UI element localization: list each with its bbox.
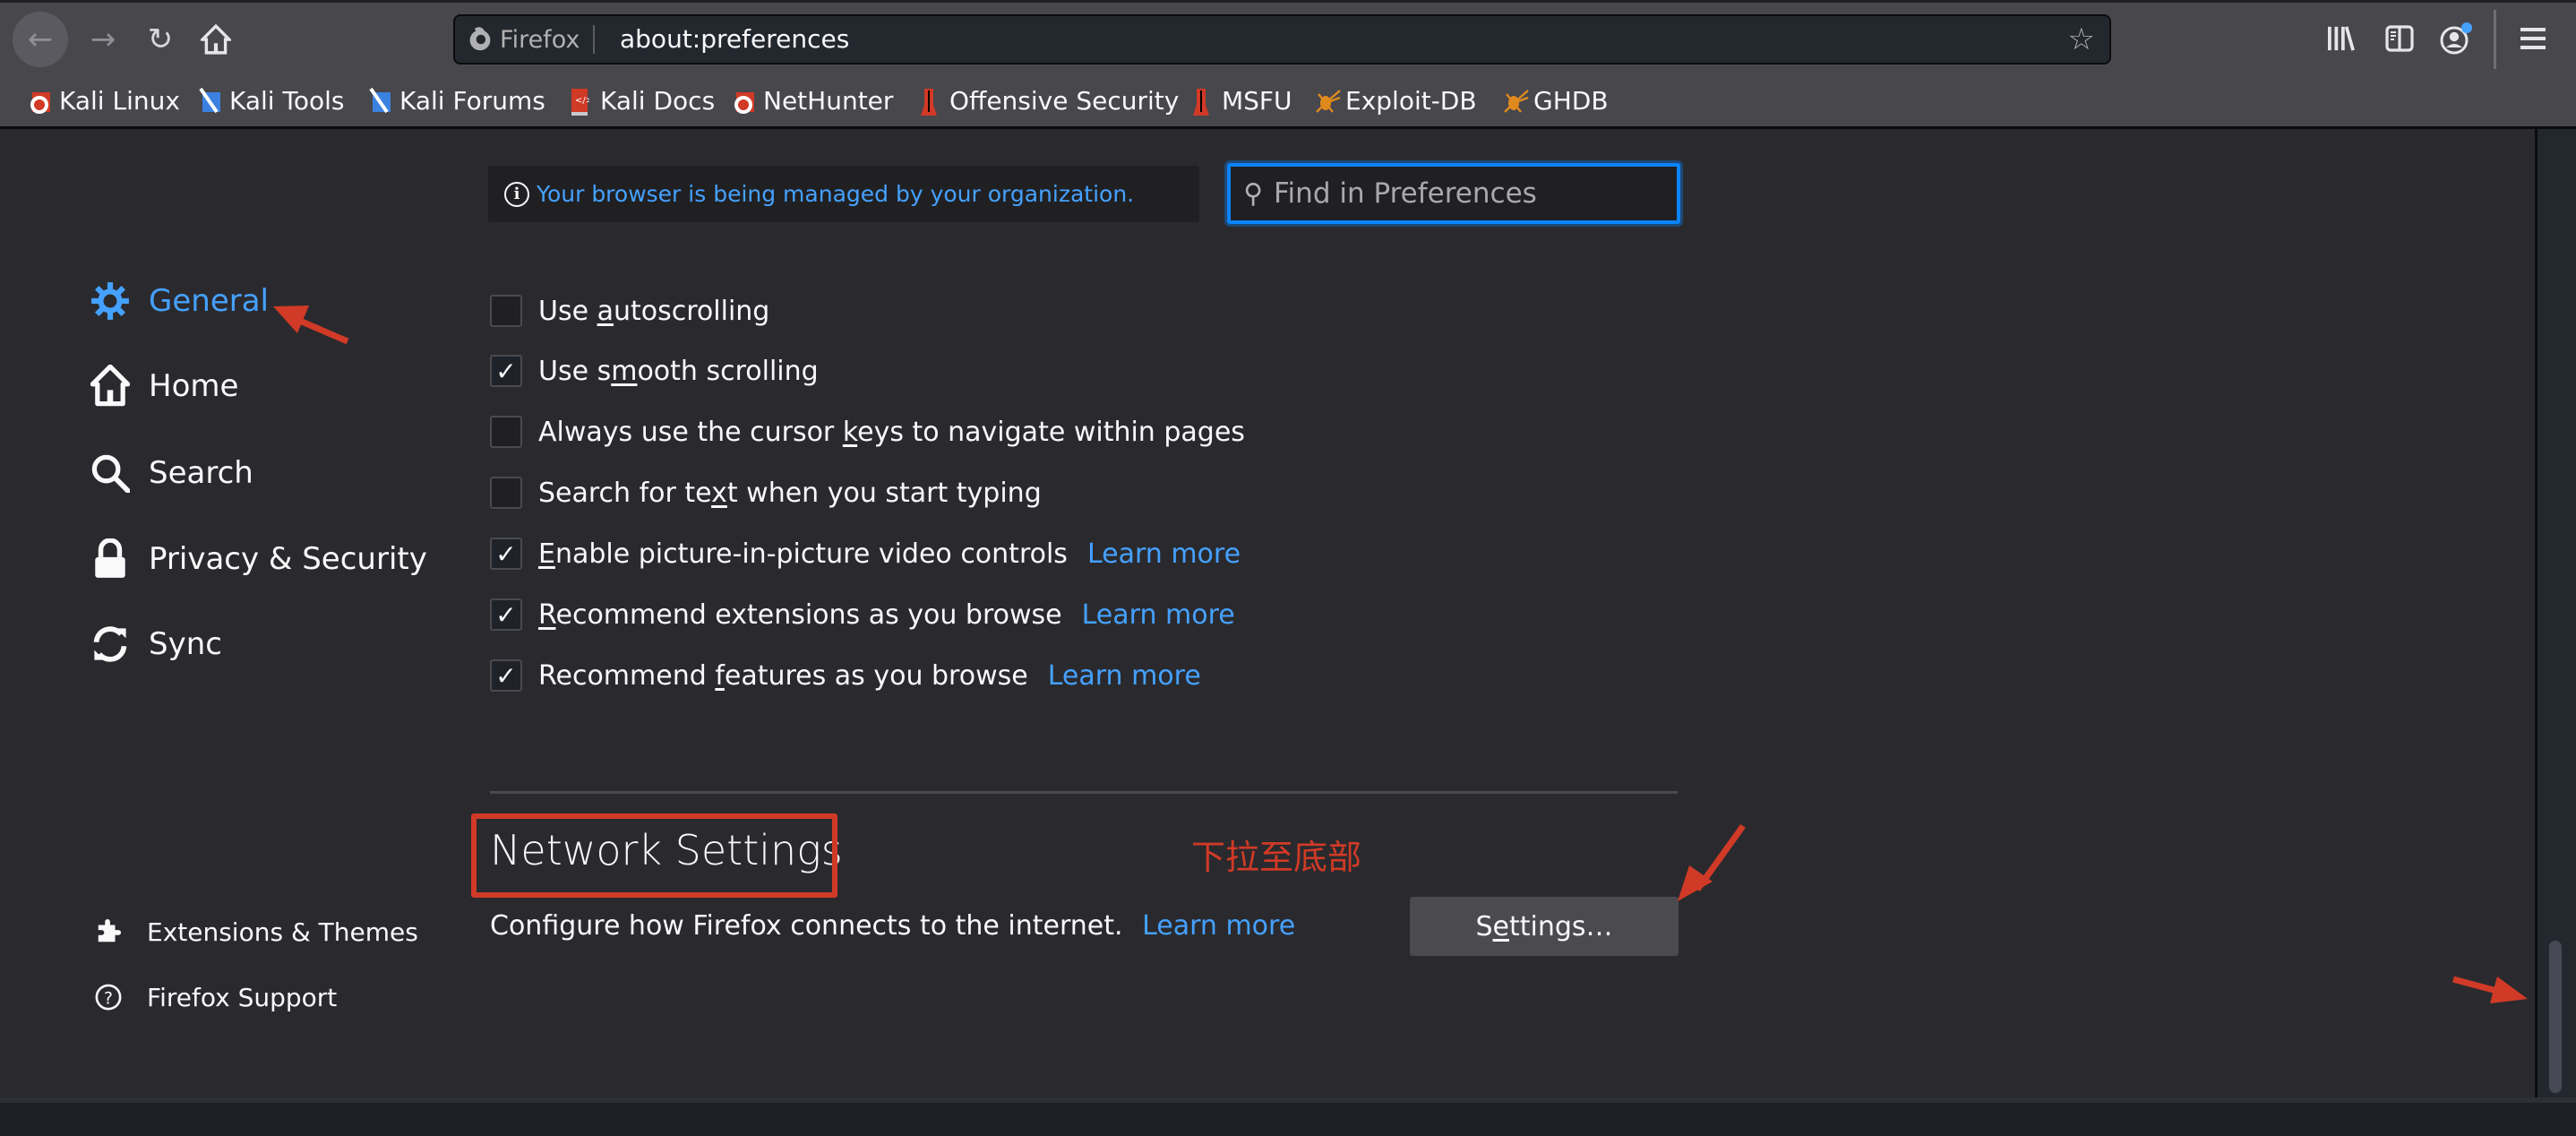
annotation-arrows: [273, 306, 2528, 1003]
annotation-arrow-general: [273, 306, 349, 345]
annotation-arrow-scrollbar: [2452, 976, 2528, 1003]
window-bottom-edge: [0, 1097, 2576, 1136]
scrollbar-thumb[interactable]: [2549, 941, 2562, 1093]
annotation-arrow-settings: [1678, 823, 1746, 901]
